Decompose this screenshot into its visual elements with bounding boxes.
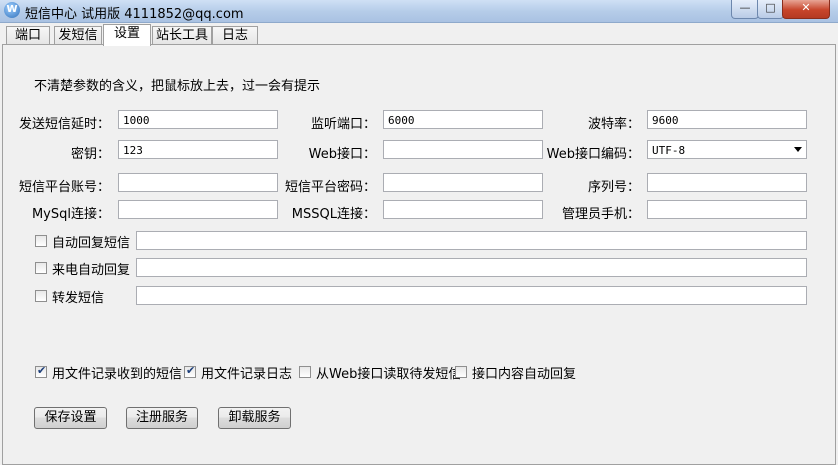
- forward-sms-checkbox[interactable]: [35, 290, 47, 302]
- uninstall-service-button[interactable]: 卸载服务: [218, 407, 291, 429]
- serial-no-input[interactable]: [647, 173, 807, 192]
- read-web-sms-checkbox[interactable]: [299, 366, 311, 378]
- title-bar: W 短信中心 试用版 4111852@qq.com — □ ✕: [0, 0, 838, 23]
- tab-log[interactable]: 日志: [212, 26, 258, 45]
- sms-account-label: 短信平台账号：: [18, 180, 110, 195]
- settings-panel: [2, 44, 836, 465]
- mysql-conn-label: MySql连接：: [31, 207, 110, 222]
- admin-phone-input[interactable]: [647, 200, 807, 219]
- sms-password-input[interactable]: [383, 173, 543, 192]
- auto-reply-checkbox[interactable]: [35, 235, 47, 247]
- call-reply-checkbox[interactable]: [35, 262, 47, 274]
- tab-settings[interactable]: 设置: [103, 24, 151, 46]
- sms-account-input[interactable]: [118, 173, 278, 192]
- web-encoding-select[interactable]: UTF-8: [647, 140, 807, 159]
- sms-password-label: 短信平台密码：: [284, 180, 376, 195]
- baud-rate-label: 波特率：: [587, 117, 640, 132]
- auto-reply-interface-checkbox[interactable]: [455, 366, 467, 378]
- window-title: 短信中心 试用版 4111852@qq.com: [25, 7, 244, 22]
- mssql-conn-label: MSSQL连接：: [291, 207, 376, 222]
- auto-reply-interface-label: 接口内容自动回复: [472, 367, 577, 382]
- checkmark-icon: ✔: [37, 364, 47, 377]
- call-reply-input[interactable]: [136, 258, 807, 277]
- register-service-button[interactable]: 注册服务: [126, 407, 198, 429]
- forward-sms-input[interactable]: [136, 286, 807, 305]
- app-icon: W: [4, 2, 20, 18]
- tab-webmaster-tools[interactable]: 站长工具: [152, 26, 212, 45]
- dropdown-arrow-icon[interactable]: [794, 147, 802, 152]
- log-received-sms-label: 用文件记录收到的短信: [52, 367, 183, 382]
- log-to-file-label: 用文件记录日志: [201, 367, 293, 382]
- listen-port-input[interactable]: 6000: [383, 110, 543, 129]
- read-web-sms-label: 从Web接口读取待发短信: [316, 367, 462, 382]
- tab-ports[interactable]: 端口: [6, 26, 50, 45]
- minimize-button[interactable]: —: [731, 0, 759, 19]
- maximize-button[interactable]: □: [757, 0, 784, 19]
- close-button[interactable]: ✕: [782, 0, 830, 19]
- log-received-sms-checkbox[interactable]: ✔: [35, 364, 47, 378]
- hint-text: 不清楚参数的含义，把鼠标放上去，过一会有提示: [34, 79, 321, 94]
- baud-rate-input[interactable]: 9600: [647, 110, 807, 129]
- tab-send-sms[interactable]: 发短信: [54, 26, 102, 45]
- web-encoding-value: UTF-8: [652, 144, 686, 157]
- mssql-conn-input[interactable]: [383, 200, 543, 219]
- web-interface-input[interactable]: [383, 140, 543, 159]
- listen-port-label: 监听端口：: [310, 117, 376, 132]
- save-settings-button[interactable]: 保存设置: [34, 407, 107, 429]
- web-interface-label: Web接口：: [308, 147, 376, 162]
- auto-reply-label: 自动回复短信: [52, 236, 131, 251]
- send-delay-input[interactable]: 1000: [118, 110, 278, 129]
- mysql-conn-input[interactable]: [118, 200, 278, 219]
- log-to-file-checkbox[interactable]: ✔: [184, 364, 196, 378]
- secret-key-label: 密钥：: [70, 147, 110, 162]
- serial-no-label: 序列号：: [587, 180, 640, 195]
- send-delay-label: 发送短信延时：: [18, 117, 110, 132]
- admin-phone-label: 管理员手机：: [561, 207, 640, 222]
- secret-key-input[interactable]: 123: [118, 140, 278, 159]
- checkmark-icon: ✔: [186, 364, 196, 377]
- auto-reply-input[interactable]: [136, 231, 807, 250]
- forward-sms-label: 转发短信: [52, 291, 105, 306]
- web-encoding-label: Web接口编码：: [546, 147, 640, 162]
- call-reply-label: 来电自动回复: [52, 263, 131, 278]
